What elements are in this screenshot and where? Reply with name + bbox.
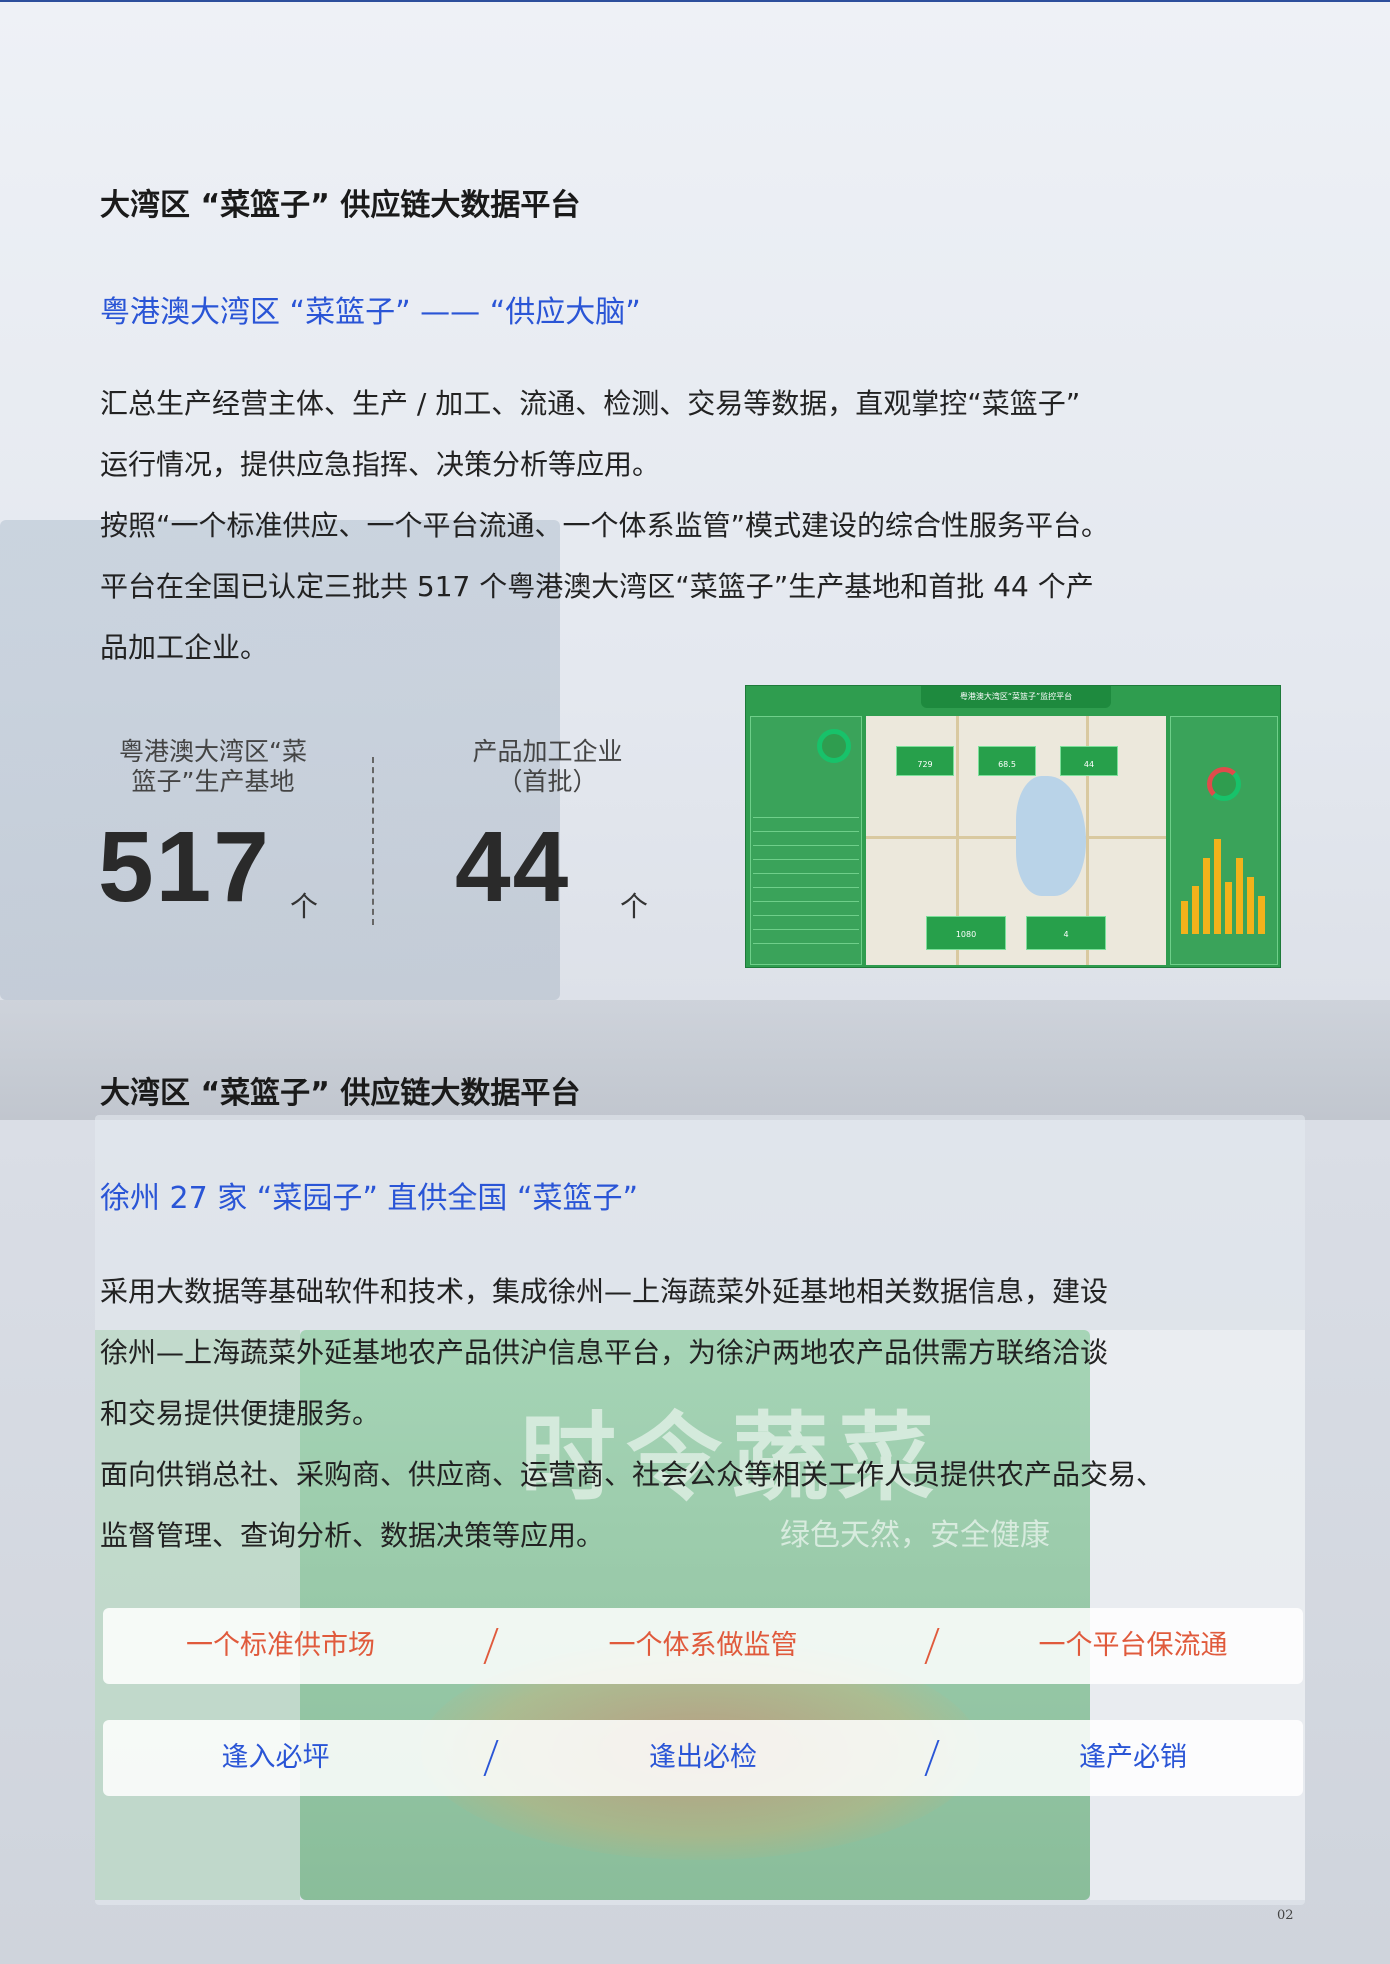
- dashboard-table-row: [753, 919, 859, 930]
- section1-subtitle: 粤港澳大湾区 “菜篮子” —— “供应大脑”: [100, 295, 641, 330]
- dashboard-donut-right: [1207, 767, 1241, 801]
- dashboard-stat-card: 729: [896, 746, 954, 776]
- dashboard-table-row: [753, 877, 859, 888]
- dashboard-table-row: [753, 821, 859, 832]
- pillar-exit-check: 逢出必检: [649, 1742, 757, 1773]
- dashboard-stat-card: 4: [1026, 916, 1106, 950]
- dashboard-table-row: [753, 849, 859, 860]
- dashboard-bar: [1192, 886, 1199, 934]
- pillar-separator: [483, 1740, 499, 1776]
- dashboard-stat-card: 1080: [926, 916, 1006, 950]
- pillar-separator: [483, 1628, 499, 1664]
- section1-title: 大湾区 “菜篮子” 供应链大数据平台: [100, 188, 581, 223]
- pillar-entry-check: 逢入必坪: [221, 1742, 330, 1773]
- section2-paragraph: 面向供销总社、采购商、供应商、运营商、社会公众等相关工作人员提供农产品交易、 监…: [100, 1458, 1165, 1552]
- pillar-separator: [924, 1740, 940, 1776]
- section2-body: 采用大数据等基础软件和技术，集成徐州—上海蔬菜外延基地相关数据信息，建设 徐州—…: [100, 1261, 1300, 1566]
- dashboard-table-row: [753, 863, 859, 874]
- map-lake: [1016, 776, 1086, 896]
- dashboard-title: 粤港澳大湾区“菜篮子”监控平台: [921, 686, 1111, 708]
- pillar-separator: [924, 1628, 940, 1664]
- dashboard-bar: [1258, 896, 1265, 934]
- stat-unit-enterprises: 个: [620, 890, 649, 923]
- dashboard-screenshot: 粤港澳大湾区“菜篮子”监控平台 729 68.5 44 1080 4: [745, 685, 1281, 968]
- dashboard-bar: [1225, 882, 1232, 934]
- dashboard-donut-left: [817, 729, 851, 763]
- dashboard-stat-card: 44: [1060, 746, 1118, 776]
- pillar-platform-circulation: 一个平台保流通: [1038, 1630, 1228, 1661]
- dashboard-map: 729 68.5 44 1080 4: [866, 716, 1166, 965]
- page-number: 02: [1277, 1908, 1294, 1923]
- dashboard-bar: [1247, 877, 1254, 934]
- dashboard-bar: [1236, 858, 1243, 934]
- section1-body: 汇总生产经营主体、生产 / 加工、流通、检测、交易等数据，直观掌控“菜篮子” 运…: [100, 373, 1300, 678]
- pillar-supervision: 一个体系做监管: [608, 1630, 798, 1661]
- stat-unit-bases: 个: [290, 890, 319, 923]
- dashboard-bar: [1181, 901, 1188, 934]
- dashboard-bar: [1203, 858, 1210, 934]
- dashboard-table-row: [753, 835, 859, 846]
- dashboard-left-panel: [750, 716, 862, 965]
- dashboard-table-row: [753, 807, 859, 818]
- dashboard-bar: [1214, 839, 1221, 934]
- stat-label-bases: 粤港澳大湾区“菜 篮子”生产基地: [119, 737, 307, 796]
- top-border-line: [0, 0, 1390, 2]
- dashboard-table-row: [753, 891, 859, 902]
- pillars-row-top: 一个标准供市场 一个体系做监管 一个平台保流通: [103, 1608, 1303, 1684]
- section2-paragraph: 采用大数据等基础软件和技术，集成徐州—上海蔬菜外延基地相关数据信息，建设 徐州—…: [100, 1275, 1109, 1430]
- pillars-row-bottom: 逢入必坪 逢出必检 逢产必销: [103, 1720, 1303, 1796]
- stat-label-enterprises: 产品加工企业 （首批）: [472, 737, 623, 796]
- section2-title: 大湾区 “菜篮子” 供应链大数据平台: [100, 1076, 581, 1111]
- section1-paragraph: 平台在全国已认定三批共 517 个粤港澳大湾区“菜篮子”生产基地和首批 44 个…: [100, 570, 1094, 664]
- stat-divider: [372, 757, 374, 925]
- pillar-standard-market: 一个标准供市场: [186, 1630, 375, 1661]
- section2-subtitle: 徐州 27 家 “菜园子” 直供全国 “菜篮子”: [100, 1181, 639, 1216]
- stat-value-enterprises: 44: [455, 811, 571, 923]
- dashboard-stat-card: 68.5: [978, 746, 1036, 776]
- stat-value-bases: 517: [98, 811, 271, 923]
- dashboard-table-row: [753, 905, 859, 916]
- dashboard-table-row: [753, 933, 859, 944]
- section1-paragraph: 汇总生产经营主体、生产 / 加工、流通、检测、交易等数据，直观掌控“菜篮子” 运…: [100, 387, 1081, 481]
- dashboard-right-panel: [1170, 716, 1278, 965]
- pillar-production-sale: 逢产必销: [1079, 1742, 1187, 1773]
- section1-paragraph: 按照“一个标准供应、一个平台流通、一个体系监管”模式建设的综合性服务平台。: [100, 509, 1110, 542]
